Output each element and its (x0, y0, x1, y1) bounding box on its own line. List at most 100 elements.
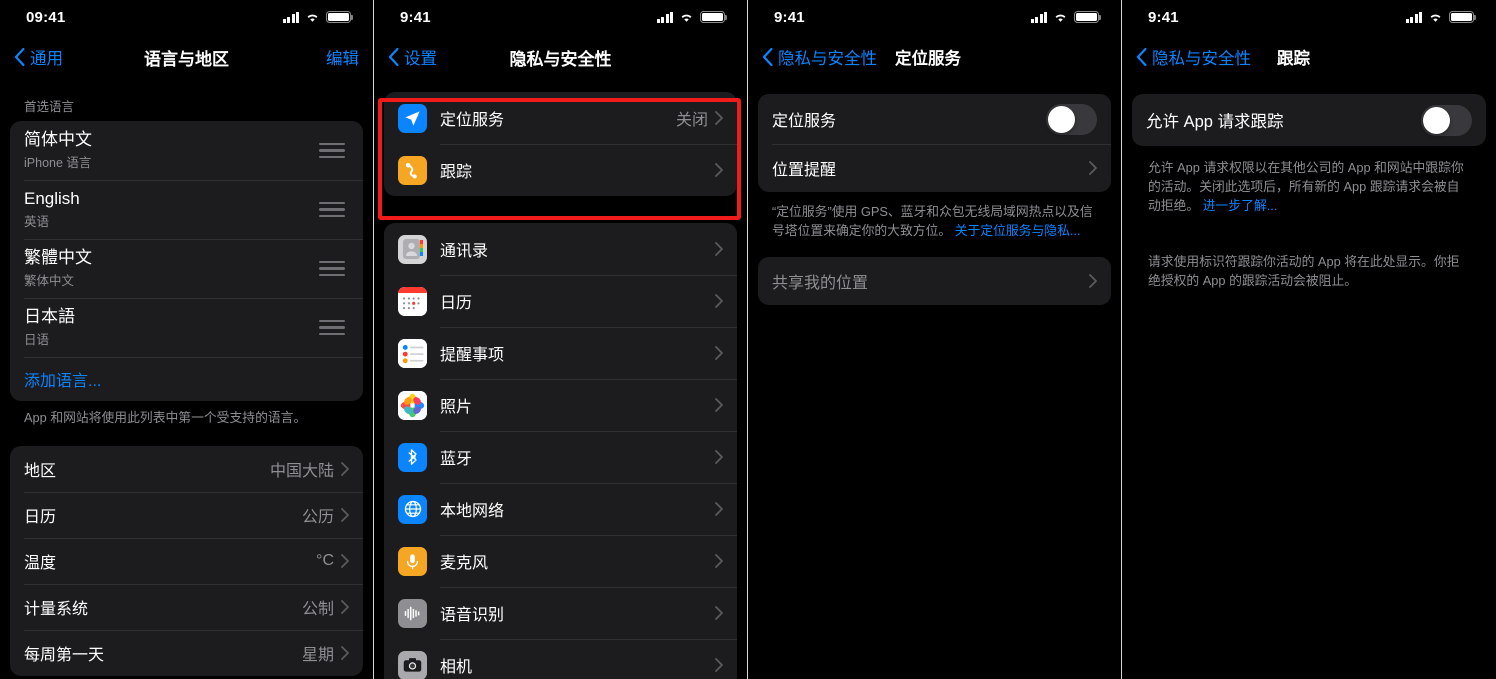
reorder-handle-icon[interactable] (319, 260, 345, 277)
table-row[interactable]: 温度 °C (10, 537, 363, 584)
page-title: 定位服务 (895, 50, 961, 68)
language-sub: iPhone 语言 (24, 156, 92, 171)
location-services-toggle-row[interactable]: 定位服务 (758, 94, 1111, 144)
nav-bar: 隐私与安全性 定位服务 (748, 34, 1121, 80)
back-label: 通用 (30, 50, 63, 68)
table-row[interactable]: 日历 公历 (10, 491, 363, 538)
bluetooth-icon (398, 442, 427, 472)
languages-footer: App 和网站将使用此列表中第一个受支持的语言。 (24, 410, 307, 425)
nav-bar: 隐私与安全性 跟踪 (1122, 34, 1496, 80)
back-button[interactable]: 设置 (388, 45, 437, 69)
language-texts: 繁體中文 繁体中文 (24, 248, 319, 290)
battery-icon (1074, 11, 1102, 23)
list-item[interactable]: 日本語 日语 (10, 298, 363, 357)
chevron-right-icon (715, 502, 723, 516)
row-label: 通讯录 (440, 243, 489, 260)
list-item[interactable]: 麦克风 (384, 535, 737, 587)
row-value: 公制 (301, 600, 334, 618)
learn-more-link[interactable]: 进一步了解... (1203, 198, 1278, 213)
location-tracking-group: 定位服务 关闭 跟踪 (384, 92, 737, 196)
row-label: 定位服务 (772, 113, 837, 130)
language-texts: English 英语 (24, 189, 319, 231)
reminders-icon (398, 338, 427, 368)
speech-recognition-icon (398, 598, 427, 628)
list-item[interactable]: English 英语 (10, 180, 363, 239)
row-label: 提醒事项 (440, 347, 505, 364)
back-button[interactable]: 隐私与安全性 (1136, 45, 1251, 69)
list-item[interactable]: 蓝牙 (384, 431, 737, 483)
chevron-left-icon (388, 48, 399, 66)
contacts-icon (398, 234, 427, 264)
status-time: 9:41 (1148, 8, 1179, 26)
location-services-footer: “定位服务”使用 GPS、蓝牙和众包无线局域网热点以及信号塔位置来确定你的大致方… (748, 192, 1121, 240)
row-label: 蓝牙 (440, 451, 473, 468)
chevron-right-icon (1089, 161, 1097, 175)
language-sub: 英语 (24, 215, 50, 230)
status-time: 09:41 (26, 8, 66, 26)
photos-icon (398, 390, 427, 420)
wifi-icon (305, 12, 320, 23)
share-my-location-row[interactable]: 共享我的位置 (758, 257, 1111, 305)
calendar-icon (398, 286, 427, 316)
cellular-signal-icon (1030, 11, 1047, 23)
row-label: 麦克风 (440, 555, 489, 572)
row-label: 地区 (24, 462, 57, 480)
panel-privacy-security: 9:41 设置 隐私与安全性 定位服务 关闭 跟踪 通讯录 日历 提醒事项 照片… (374, 0, 748, 679)
row-label: 共享我的位置 (772, 275, 869, 293)
reorder-handle-icon[interactable] (319, 142, 345, 159)
sidebar-item-tracking[interactable]: 跟踪 (384, 144, 737, 196)
back-button[interactable]: 通用 (14, 45, 63, 69)
wifi-icon (1428, 12, 1443, 23)
list-item[interactable]: 相机 (384, 639, 737, 679)
row-value: 关闭 (675, 112, 708, 129)
back-label: 隐私与安全性 (1152, 50, 1251, 68)
list-item[interactable]: 日历 (384, 275, 737, 327)
reorder-handle-icon[interactable] (319, 201, 345, 218)
about-location-privacy-link[interactable]: 关于定位服务与隐私... (955, 223, 1081, 238)
allow-app-tracking-row[interactable]: 允许 App 请求跟踪 (1132, 94, 1486, 146)
tracking-icon (398, 155, 427, 185)
table-row[interactable]: 地区 中国大陆 (10, 446, 363, 492)
row-label: 定位服务 (440, 112, 505, 129)
camera-icon (398, 650, 427, 679)
chevron-right-icon (1089, 274, 1097, 289)
cellular-signal-icon (656, 11, 673, 23)
list-item[interactable]: 繁體中文 繁体中文 (10, 239, 363, 298)
list-item[interactable]: 照片 (384, 379, 737, 431)
list-item[interactable]: 语音识别 (384, 587, 737, 639)
panel-language-region: 09:41 通用 语言与地区 编辑 首选语言 简体中文 iPhone 语言 En… (0, 0, 374, 679)
chevron-right-icon (341, 507, 349, 522)
location-services-toggle[interactable] (1046, 103, 1097, 135)
edit-button[interactable]: 编辑 (326, 45, 359, 69)
chevron-right-icon (715, 111, 723, 125)
chevron-right-icon (341, 461, 349, 476)
add-language-button[interactable]: 添加语言... (10, 357, 363, 401)
table-row[interactable]: 每周第一天 星期 (10, 629, 363, 676)
reorder-handle-icon[interactable] (319, 319, 345, 336)
allow-tracking-toggle[interactable] (1421, 104, 1472, 136)
status-icons (656, 11, 728, 23)
tracking-group: 允许 App 请求跟踪 (1132, 94, 1486, 146)
region-group: 地区 中国大陆 日历 公历 温度 °C 计量系统 公制 每周第一天 星期 (10, 445, 363, 676)
tracking-footer-primary: 允许 App 请求权限以在其他公司的 App 和网站中跟踪你的活动。关闭此选项后… (1122, 146, 1496, 216)
row-value: 星期 (301, 646, 334, 664)
location-alerts-row[interactable]: 位置提醒 (758, 144, 1111, 192)
sidebar-item-location-services[interactable]: 定位服务 关闭 (384, 92, 737, 144)
app-permissions-group: 通讯录 日历 提醒事项 照片 蓝牙 本地网络 麦克风 语音识别 相机 (384, 223, 737, 679)
chevron-right-icon (715, 398, 723, 412)
chevron-right-icon (341, 553, 349, 568)
language-texts: 日本語 日语 (24, 307, 319, 349)
table-row[interactable]: 计量系统 公制 (10, 583, 363, 630)
list-item[interactable]: 简体中文 iPhone 语言 (10, 121, 363, 180)
list-item[interactable]: 通讯录 (384, 223, 737, 275)
language-sub: 繁体中文 (24, 274, 75, 289)
nav-bar: 设置 隐私与安全性 (374, 34, 747, 80)
row-label: 日历 (440, 295, 473, 312)
row-label: 本地网络 (440, 503, 505, 520)
list-item[interactable]: 本地网络 (384, 483, 737, 535)
list-item[interactable]: 提醒事项 (384, 327, 737, 379)
panel-tracking: 9:41 隐私与安全性 跟踪 允许 App 请求跟踪 允许 App 请求权限以在… (1122, 0, 1496, 679)
back-button[interactable]: 隐私与安全性 (762, 45, 877, 69)
chevron-right-icon (715, 163, 723, 177)
back-label: 隐私与安全性 (778, 50, 877, 68)
